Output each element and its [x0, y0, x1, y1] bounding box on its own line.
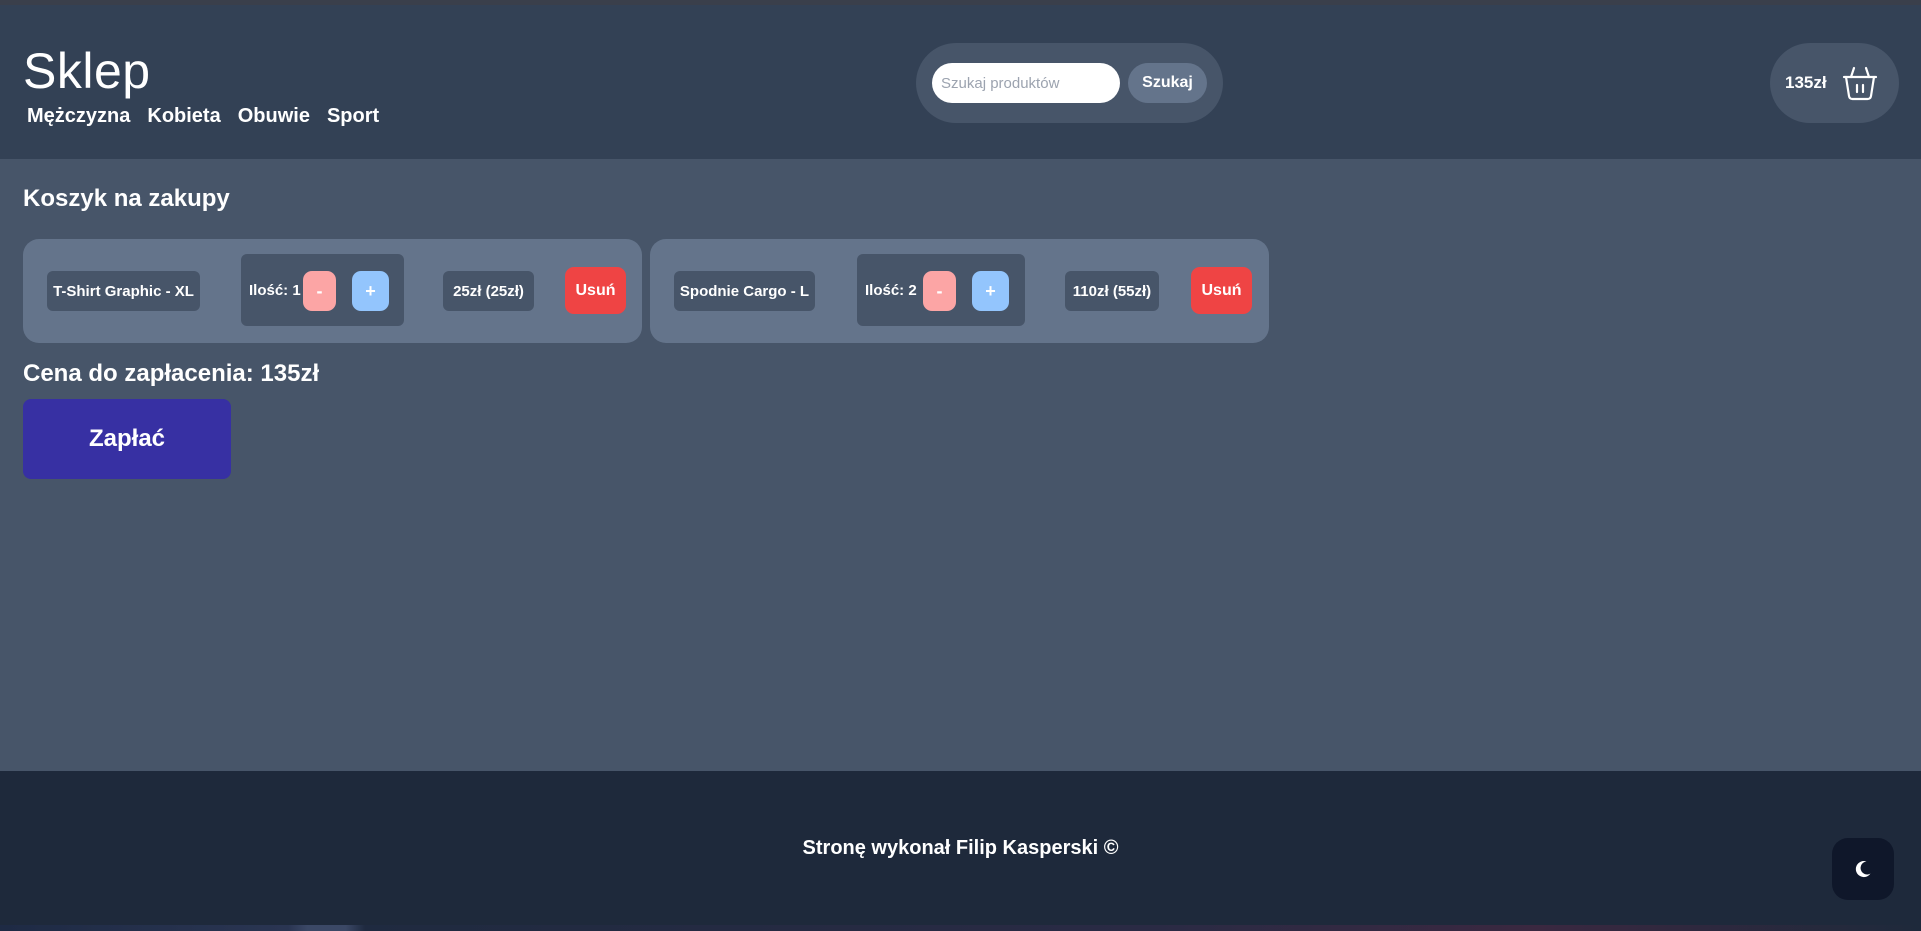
search-button[interactable]: Szukaj	[1128, 63, 1207, 103]
cart-item-price: 25zł (25zł)	[443, 271, 534, 311]
nav-link-shoes[interactable]: Obuwie	[238, 105, 310, 128]
site-footer: Stronę wykonał Filip Kasperski ©	[0, 771, 1921, 925]
search-bar: Szukaj	[916, 43, 1223, 123]
page-title: Koszyk na zakupy	[23, 185, 230, 212]
cart-item: Spodnie Cargo - L Ilość: 2 - + 110zł (55…	[650, 239, 1269, 343]
cart-item-price: 110zł (55zł)	[1065, 271, 1159, 311]
cart-item-name: Spodnie Cargo - L	[674, 271, 815, 311]
nav-link-women[interactable]: Kobieta	[147, 105, 220, 128]
window-bottom-strip	[0, 925, 1921, 931]
nav-link-men[interactable]: Mężczyzna	[27, 105, 130, 128]
cart-total-label: Cena do zapłacenia: 135zł	[23, 360, 320, 387]
increase-quantity-button[interactable]: +	[972, 271, 1009, 311]
search-input[interactable]	[932, 63, 1120, 103]
remove-item-button[interactable]: Usuń	[1191, 267, 1252, 314]
nav-link-sport[interactable]: Sport	[327, 105, 379, 128]
footer-credit: Stronę wykonał Filip Kasperski ©	[802, 837, 1119, 859]
remove-item-button[interactable]: Usuń	[565, 267, 626, 314]
cart-total-amount: 135zł	[1785, 73, 1827, 92]
cart-page: Koszyk na zakupy T-Shirt Graphic - XL Il…	[0, 159, 1921, 771]
moon-icon	[1855, 861, 1871, 878]
pay-button[interactable]: Zapłać	[23, 399, 231, 479]
cart-item: T-Shirt Graphic - XL Ilość: 1 - + 25zł (…	[23, 239, 642, 343]
quantity-label: Ilość: 2	[865, 281, 917, 299]
cart-summary-button[interactable]: 135zł	[1770, 43, 1899, 123]
main-nav: Mężczyzna Kobieta Obuwie Sport	[27, 105, 379, 128]
decrease-quantity-button[interactable]: -	[923, 271, 956, 311]
decrease-quantity-button[interactable]: -	[303, 271, 336, 311]
site-header: Sklep Mężczyzna Kobieta Obuwie Sport Szu…	[0, 5, 1921, 159]
site-logo[interactable]: Sklep	[23, 42, 151, 100]
theme-toggle-button[interactable]	[1832, 838, 1894, 900]
quantity-label: Ilość: 1	[249, 281, 301, 299]
basket-icon	[1842, 66, 1877, 101]
increase-quantity-button[interactable]: +	[352, 271, 389, 311]
cart-item-name: T-Shirt Graphic - XL	[47, 271, 200, 311]
